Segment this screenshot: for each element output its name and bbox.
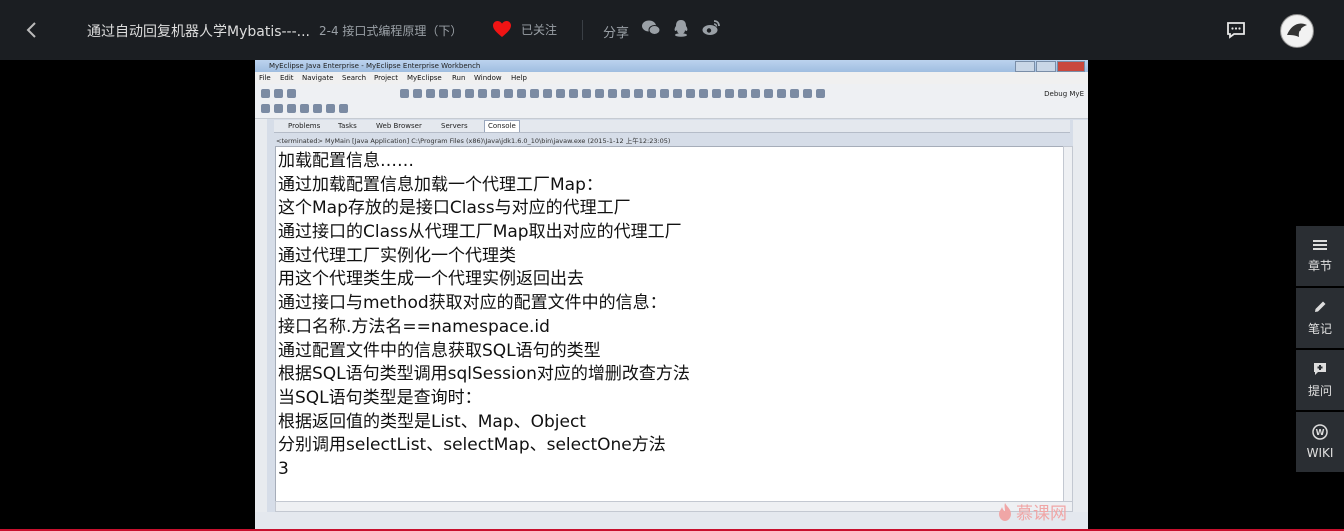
- flame-logo-icon: [999, 502, 1011, 521]
- tab-web-browser: Web Browser: [376, 122, 422, 130]
- video-player[interactable]: MyEclipse Java Enterprise - MyEclipse En…: [255, 60, 1088, 531]
- question-icon: [1314, 362, 1326, 375]
- back-arrow-icon[interactable]: [24, 20, 40, 40]
- share-label: 分享: [603, 26, 630, 41]
- menu-myeclipse: MyEclipse: [407, 74, 442, 82]
- wiki-label: WIKI: [1306, 446, 1334, 460]
- notes-label: 笔记: [1307, 321, 1332, 336]
- wiki-button[interactable]: W WIKI: [1296, 412, 1344, 472]
- user-avatar-icon: [1282, 16, 1312, 46]
- console-line: 通过接口的Class从代理工厂Map取出对应的代理工厂: [278, 222, 682, 243]
- chapter-title: 2-4 接口式编程原理（下）: [319, 24, 463, 38]
- tab-console: Console: [484, 120, 520, 132]
- course-title[interactable]: 通过自动回复机器人学Mybatis---...: [87, 21, 310, 41]
- tab-servers: Servers: [441, 122, 468, 130]
- divider: [582, 20, 583, 40]
- menu-window: Window: [474, 74, 502, 82]
- menu-icon: [1313, 239, 1327, 250]
- toolbar-row-1: [261, 87, 825, 101]
- console-line: 根据SQL语句类型调用sqlSession对应的增删改查方法: [278, 364, 690, 385]
- weibo-icon[interactable]: [701, 18, 721, 38]
- ask-question-button[interactable]: 提问: [1296, 350, 1344, 410]
- console-horizontal-scrollbar: [275, 501, 1073, 512]
- svg-text:W: W: [1316, 428, 1325, 437]
- eclipse-menu-bar: File Edit Navigate Search Project MyEcli…: [255, 72, 1088, 84]
- left-trim: [255, 119, 267, 531]
- console-line: 通过加载配置信息加载一个代理工厂Map：: [278, 174, 603, 195]
- console-line: 接口名称.方法名==namespace.id: [278, 316, 550, 337]
- eclipse-toolbar: Debug MyE: [255, 84, 1088, 119]
- minimize-button: [1015, 61, 1035, 72]
- right-trim: [1073, 120, 1088, 531]
- menu-run: Run: [452, 74, 466, 82]
- imooc-watermark: 慕课网: [997, 499, 1067, 524]
- toolbar-row-2: [261, 102, 348, 116]
- eclipse-window-title: MyEclipse Java Enterprise - MyEclipse En…: [269, 62, 481, 70]
- menu-edit: Edit: [280, 74, 294, 82]
- console-line: 通过代理工厂实例化一个代理类: [278, 245, 516, 266]
- console-line: 通过配置文件中的信息获取SQL语句的类型: [278, 340, 601, 361]
- console-line: 通过接口与method获取对应的配置文件中的信息：: [278, 293, 667, 314]
- follow-label: 已关注: [521, 22, 558, 37]
- top-bar: 通过自动回复机器人学Mybatis---... 2-4 接口式编程原理（下） 已…: [0, 0, 1344, 60]
- console-line: 分别调用selectList、selectMap、selectOne方法: [278, 435, 666, 456]
- console-line: 用这个代理类生成一个代理实例返回出去: [278, 269, 584, 290]
- pencil-icon: [1315, 301, 1326, 312]
- tab-tasks: Tasks: [338, 122, 357, 130]
- chapters-label: 章节: [1307, 258, 1332, 273]
- chapters-button[interactable]: 章节: [1296, 226, 1344, 286]
- perspective-myeclipse: MyE: [1069, 90, 1084, 98]
- message-icon[interactable]: [1226, 21, 1246, 39]
- perspective-switcher: Debug MyE: [1044, 90, 1084, 98]
- watermark-text: 慕课网: [1016, 504, 1067, 524]
- console-output: 加载配置信息…… 通过加载配置信息加载一个代理工厂Map： 这个Map存放的是接…: [275, 146, 1065, 502]
- follow-button[interactable]: 已关注: [492, 20, 557, 38]
- close-button: [1057, 61, 1085, 72]
- tab-problems: Problems: [288, 122, 321, 130]
- wechat-icon[interactable]: [641, 18, 661, 38]
- eclipse-title-bar: MyEclipse Java Enterprise - MyEclipse En…: [255, 60, 1088, 72]
- console-line: 当SQL语句类型是查询时：: [278, 387, 482, 408]
- menu-help: Help: [511, 74, 527, 82]
- terminated-status: <terminated> MyMain [Java Application] C…: [276, 137, 671, 145]
- menu-search: Search: [342, 74, 367, 82]
- console-vertical-scrollbar: [1063, 146, 1073, 502]
- ask-question-label: 提问: [1307, 383, 1332, 398]
- console-line: 根据返回值的类型是List、Map、Object: [278, 411, 586, 432]
- side-panel: 章节 笔记 提问 W WIKI: [1296, 226, 1344, 474]
- perspective-debug: Debug: [1044, 90, 1068, 98]
- console-line: 加载配置信息……: [278, 151, 414, 171]
- menu-file: File: [259, 74, 271, 82]
- menu-navigate: Navigate: [302, 74, 334, 82]
- console-line: 3: [278, 458, 289, 479]
- view-tab-bar: Problems Tasks Web Browser Servers Conso…: [274, 120, 1070, 133]
- heart-icon: [493, 21, 511, 37]
- notes-button[interactable]: 笔记: [1296, 288, 1344, 348]
- qq-icon[interactable]: [671, 18, 691, 38]
- wiki-icon: W: [1312, 424, 1328, 440]
- menu-project: Project: [374, 74, 398, 82]
- maximize-button: [1036, 61, 1056, 72]
- console-line: 这个Map存放的是接口Class与对应的代理工厂: [278, 198, 631, 219]
- avatar[interactable]: [1280, 14, 1314, 48]
